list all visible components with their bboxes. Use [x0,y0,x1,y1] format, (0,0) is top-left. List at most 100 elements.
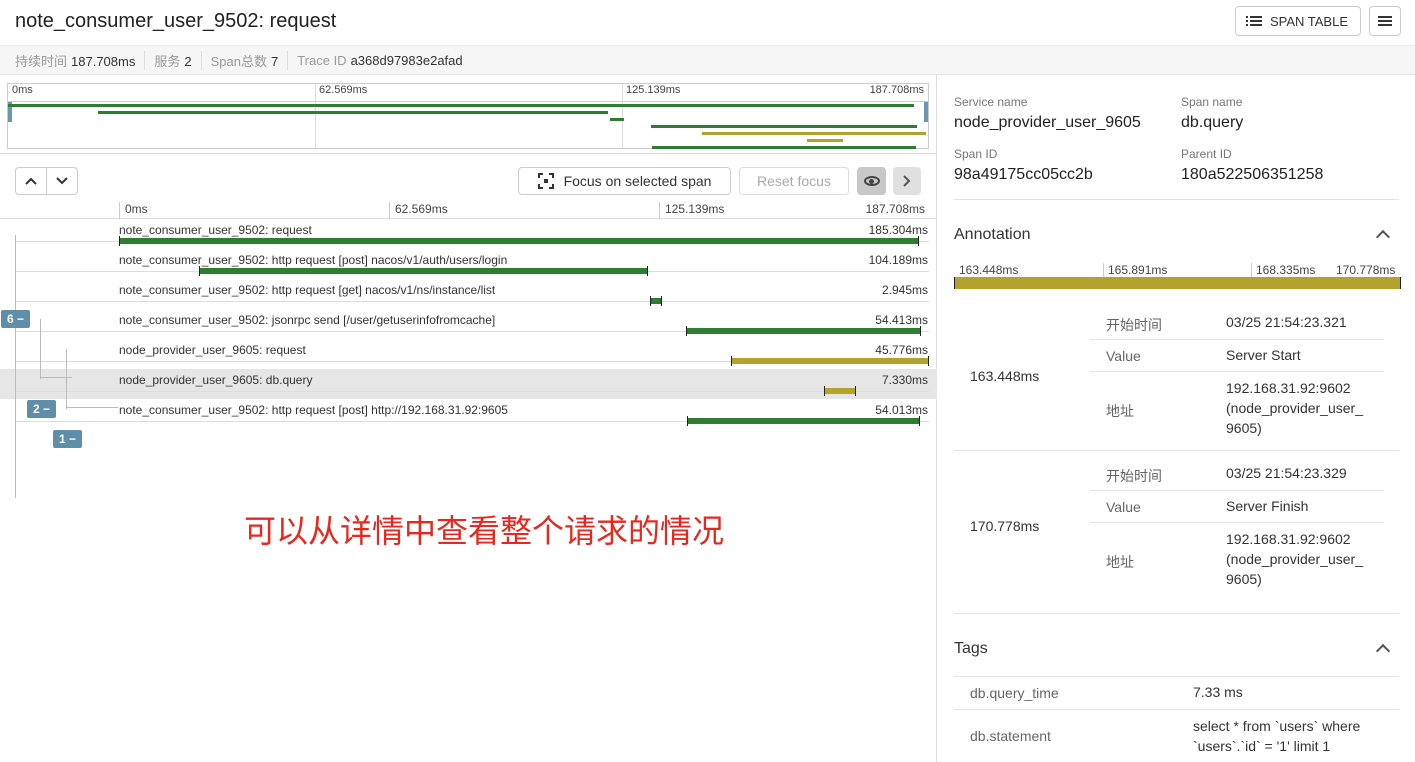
span-bar[interactable] [119,236,919,246]
span-name: node_provider_user_9605: request [119,343,306,357]
row-baseline [15,391,929,392]
trace-header: note_consumer_user_9502: request SPAN TA… [0,0,1415,46]
annotation-bar [954,277,1401,289]
service-name-value: node_provider_user_9605 [954,114,1141,131]
event-time: 170.778ms [970,518,1040,534]
tags-title[interactable]: Tags [954,640,988,658]
span-name: note_consumer_user_9502: request [119,223,312,237]
event-address-line: 9605) [1226,420,1262,436]
minimap-tick: 62.569ms [319,84,368,96]
span-duration: 185.304ms [868,223,928,237]
span-duration: 54.413ms [875,313,928,327]
span-duration: 54.013ms [875,403,928,417]
timeline-ruler: 0ms 62.569ms 125.139ms 187.708ms [0,200,937,219]
minimap-divider [8,101,928,102]
tag-value: `users`.`id` = '1' limit 1 [1193,738,1331,754]
tag-key: db.query_time [970,685,1059,701]
span-bar[interactable] [198,266,649,276]
event-address-line: (node_provider_user_ [1226,400,1363,416]
chevron-up-icon[interactable] [1375,229,1391,245]
span-name: note_consumer_user_9502: http request [p… [119,403,508,417]
span-bar[interactable] [686,326,922,336]
span-id-value: 98a49175cc05cc2b [954,166,1093,183]
next-span-button[interactable] [47,168,77,194]
meta-services: 服务 2 [154,50,202,70]
toggle-visibility-button[interactable] [857,167,886,195]
span-duration: 2.945ms [881,283,928,297]
span-row[interactable]: node_provider_user_9605: db.query 7.330ms [0,369,937,399]
trace-minimap[interactable]: 0ms 62.569ms 125.139ms 187.708ms [7,83,929,149]
event-address-line: 9605) [1226,571,1262,587]
span-navigation [15,167,78,195]
tree-guide [66,349,67,409]
divider [1090,522,1384,523]
ruler-tick: 187.708ms [865,202,925,216]
divider [1090,490,1384,491]
trace-title: note_consumer_user_9502: request [15,10,337,32]
event-value: Server Finish [1226,498,1309,514]
prev-span-button[interactable] [16,168,47,194]
annotation-tick: 165.891ms [1108,263,1168,277]
annotation-tick: 170.778ms [1336,263,1396,277]
hamburger-icon [1378,16,1392,26]
collapse-badge[interactable]: 2 − [27,400,57,418]
span-bar[interactable] [824,386,857,396]
span-row[interactable]: note_consumer_user_9502: jsonrpc send [/… [0,309,937,339]
span-id-label: Span ID [954,147,998,161]
collapse-badge[interactable]: 6 − [1,310,31,328]
span-row[interactable]: note_consumer_user_9502: request 185.304m… [0,219,937,249]
menu-button[interactable] [1369,6,1401,36]
minimap-span-bar [8,104,915,107]
span-row[interactable]: note_consumer_user_9502: http request [p… [0,249,937,279]
ruler-tick: 0ms [119,202,148,219]
span-bar[interactable] [687,416,921,426]
event-start-value: 03/25 21:54:23.321 [1226,314,1347,330]
annotation-title[interactable]: Annotation [954,226,1031,244]
event-address-label: 地址 [1106,403,1134,419]
chevron-up-icon[interactable] [1375,643,1391,659]
minimap-span-bar [701,132,926,135]
span-name: note_consumer_user_9502: http request [g… [119,283,496,297]
span-row[interactable]: note_consumer_user_9502: http request [p… [0,399,937,429]
collapse-badge[interactable]: 1 − [53,430,83,448]
span-table-button[interactable]: SPAN TABLE [1235,6,1361,36]
span-row[interactable]: node_provider_user_9605: request 45.776ms [0,339,937,369]
chevron-right-icon [903,175,911,187]
eye-icon [863,176,880,186]
span-name: note_consumer_user_9502: http request [p… [119,253,508,267]
tag-value: 7.33 ms [1193,684,1243,700]
ruler-tick: 62.569ms [389,202,448,219]
reset-focus-button[interactable]: Reset focus [739,167,849,195]
divider [954,450,1399,451]
span-detail-pane: Service name node_provider_user_9605 Spa… [938,75,1415,762]
event-start-value: 03/25 21:54:23.329 [1226,465,1347,481]
tree-guide [40,377,72,378]
chevron-up-icon [25,177,37,185]
chevron-down-icon [56,177,68,185]
event-value-label: Value [1106,499,1141,515]
focus-icon [537,173,554,189]
minimap-right-handle[interactable] [924,102,928,122]
span-name-value: db.query [1181,114,1244,131]
span-bar[interactable] [649,296,663,306]
divider [1090,339,1384,340]
span-duration: 104.189ms [868,253,928,267]
event-start-label: 开始时间 [1106,317,1162,333]
trace-meta-bar: 持续时间 187.708ms 服务 2 Span总数 7 Trace ID a368d9… [0,46,1415,75]
span-bar[interactable] [731,356,929,366]
event-value-label: Value [1106,348,1141,364]
annotation-tick: 168.335ms [1256,263,1316,277]
span-table-label: SPAN TABLE [1269,13,1349,29]
event-value: Server Start [1226,347,1301,363]
expand-detail-button[interactable] [893,167,921,195]
annotation-tick: 163.448ms [959,263,1019,277]
tree-guide [40,319,41,379]
minimap-tick: 187.708ms [869,84,924,96]
span-row[interactable]: note_consumer_user_9502: http request [g… [0,279,937,309]
tree-guide [66,407,118,408]
divider [954,676,1399,677]
divider [1090,371,1384,372]
focus-selected-span-button[interactable]: Focus on selected span [518,167,731,195]
event-address-line: 192.168.31.92:9602 [1226,380,1351,396]
row-baseline [15,301,929,302]
